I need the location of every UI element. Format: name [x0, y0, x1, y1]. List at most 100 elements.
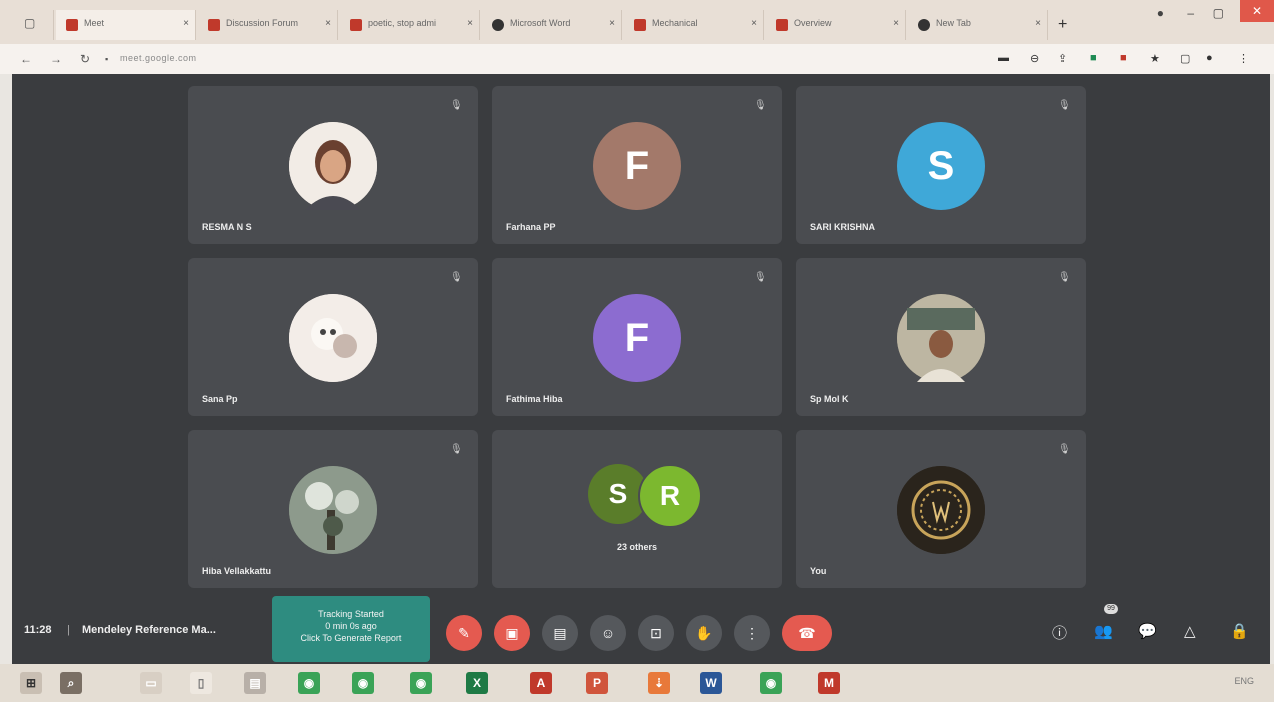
browser-tab[interactable]: New Tab ×	[908, 10, 1048, 40]
menu-dots-icon[interactable]: ⋮	[1238, 52, 1249, 65]
url-field[interactable]: meet.google.com	[120, 53, 197, 63]
activities-icon[interactable]: △	[1184, 622, 1196, 640]
participant-tile[interactable]: 🎙 F Farhana PP	[492, 86, 782, 244]
generate-report-link[interactable]: Click To Generate Report	[272, 632, 430, 644]
browser-tab[interactable]: Meet ×	[56, 10, 196, 40]
browser-tab[interactable]: poetic, stop admi ×	[340, 10, 480, 40]
avatar: S	[897, 122, 985, 210]
maximize-icon[interactable]: ▢	[1213, 6, 1224, 20]
tab-label: Mechanical	[652, 18, 698, 28]
participant-tile[interactable]: 🎙 Sana Pp	[188, 258, 478, 416]
mic-toggle-button[interactable]: ✎	[446, 615, 482, 651]
chat-icon[interactable]: 💬	[1138, 622, 1157, 640]
minimize-icon[interactable]: –	[1187, 6, 1194, 20]
more-options-button[interactable]: ⋮	[734, 615, 770, 651]
participant-name: Fathima Hiba	[506, 394, 563, 404]
folder-icon[interactable]: ▤	[244, 672, 266, 694]
close-tab-icon[interactable]: ×	[751, 18, 757, 29]
chrome-icon[interactable]: ◉	[352, 672, 374, 694]
tab-label: poetic, stop admi	[368, 18, 437, 28]
share-icon[interactable]: ⇪	[1058, 52, 1067, 65]
participant-tile[interactable]: 🎙 Hiba Vellakkattu	[188, 430, 478, 588]
participant-name: Farhana PP	[506, 222, 556, 232]
lock-icon: ▪	[105, 54, 109, 64]
search-icon[interactable]: ⌕	[60, 672, 82, 694]
browser-tab[interactable]: Overview ×	[766, 10, 906, 40]
avatar: F	[593, 122, 681, 210]
captions-button[interactable]: ▤	[542, 615, 578, 651]
cast-icon[interactable]: ▬	[998, 52, 1009, 64]
chrome-icon[interactable]: ◉	[298, 672, 320, 694]
reload-icon[interactable]: ↻	[80, 52, 90, 66]
close-tab-icon[interactable]: ×	[183, 18, 189, 29]
host-controls-icon[interactable]: 🔒	[1230, 622, 1249, 640]
captions-icon: ▤	[553, 625, 567, 641]
participant-tile[interactable]: 🎙 F Fathima Hiba	[492, 258, 782, 416]
tab-label: Discussion Forum	[226, 18, 299, 28]
mic-muted-icon: 🎙	[754, 100, 767, 111]
extension-icon[interactable]: ■	[1090, 52, 1097, 64]
close-window-button[interactable]: ✕	[1240, 0, 1274, 22]
participant-tile[interactable]: 🎙 RESMA N S	[188, 86, 478, 244]
participant-name: Hiba Vellakkattu	[202, 566, 272, 576]
word-icon[interactable]: W	[700, 672, 722, 694]
participant-tile[interactable]: 🎙 Sp Mol K	[796, 258, 1086, 416]
start-menu-icon[interactable]: ⊞	[20, 672, 42, 694]
new-tab-button[interactable]: +	[1058, 16, 1067, 34]
extension-icon[interactable]: ■	[1120, 52, 1127, 64]
forward-icon[interactable]: →	[50, 52, 62, 66]
excel-icon[interactable]: X	[466, 672, 488, 694]
zoom-icon[interactable]: ⊖	[1030, 52, 1039, 65]
close-tab-icon[interactable]: ×	[893, 18, 899, 29]
participant-name: Sp Mol K	[810, 394, 849, 404]
tab-favicon-icon	[208, 19, 220, 31]
participant-tile-self[interactable]: 🎙 You	[796, 430, 1086, 588]
system-tray[interactable]: ENG	[1234, 676, 1254, 686]
participant-count-badge: 99	[1104, 604, 1118, 614]
info-icon[interactable]: ⓘ	[1052, 622, 1067, 643]
tab-label: Overview	[794, 18, 832, 28]
browser-tab[interactable]: Discussion Forum ×	[198, 10, 338, 40]
tracking-popup[interactable]: Tracking Started 0 min 0s ago Click To G…	[272, 596, 430, 662]
powerpoint-icon[interactable]: P	[586, 672, 608, 694]
bookmark-star-icon[interactable]: ★	[1150, 52, 1160, 65]
meeting-clock: 11:28	[24, 624, 52, 636]
end-call-icon: ☎	[798, 625, 816, 641]
end-call-button[interactable]: ☎	[782, 615, 832, 651]
chrome-icon[interactable]: ◉	[760, 672, 782, 694]
emoji-button[interactable]: ☺	[590, 615, 626, 651]
people-icon[interactable]: 👥	[1094, 622, 1113, 640]
avatar-photo	[897, 466, 985, 554]
pdf-icon[interactable]: A	[530, 672, 552, 694]
chrome-icon[interactable]: ◉	[410, 672, 432, 694]
sidepanel-icon[interactable]: ▢	[1180, 52, 1190, 65]
participant-name: Sana Pp	[202, 394, 238, 404]
close-tab-icon[interactable]: ×	[467, 18, 473, 29]
file-icon[interactable]: ▯	[190, 672, 212, 694]
present-button[interactable]: ⊡	[638, 615, 674, 651]
profile-icon[interactable]: ●	[1157, 6, 1164, 20]
address-bar-row: ← → ↻ ▪ meet.google.com ▬ ⊖ ⇪ ■ ■ ★ ▢ ● …	[0, 44, 1274, 74]
others-tile[interactable]: S R 23 others	[492, 430, 782, 588]
divider: |	[67, 624, 70, 636]
participant-tile[interactable]: 🎙 S SARI KRISHNA	[796, 86, 1086, 244]
raise-hand-button[interactable]: ✋	[686, 615, 722, 651]
camera-toggle-button[interactable]: ▣	[494, 615, 530, 651]
browser-tab[interactable]: Microsoft Word ×	[482, 10, 622, 40]
profile-avatar[interactable]: ●	[1206, 52, 1213, 64]
browser-tab[interactable]: Mechanical ×	[624, 10, 764, 40]
close-tab-icon[interactable]: ×	[325, 18, 331, 29]
close-tab-icon[interactable]: ×	[1035, 18, 1041, 29]
app-icon[interactable]: M	[818, 672, 840, 694]
hand-icon: ✋	[695, 625, 713, 641]
avatar	[289, 466, 377, 554]
close-tab-icon[interactable]: ×	[609, 18, 615, 29]
taskview-icon[interactable]: ▭	[140, 672, 162, 694]
download-icon[interactable]: ⇣	[648, 672, 670, 694]
mic-muted-icon: 🎙	[450, 100, 463, 111]
tab-switcher-icon: ▢	[24, 16, 36, 30]
tab-switcher[interactable]: ▢	[10, 10, 54, 40]
back-icon[interactable]: ←	[20, 52, 32, 66]
avatar-photo	[289, 466, 377, 554]
mic-muted-icon: 🎙	[1058, 100, 1071, 111]
